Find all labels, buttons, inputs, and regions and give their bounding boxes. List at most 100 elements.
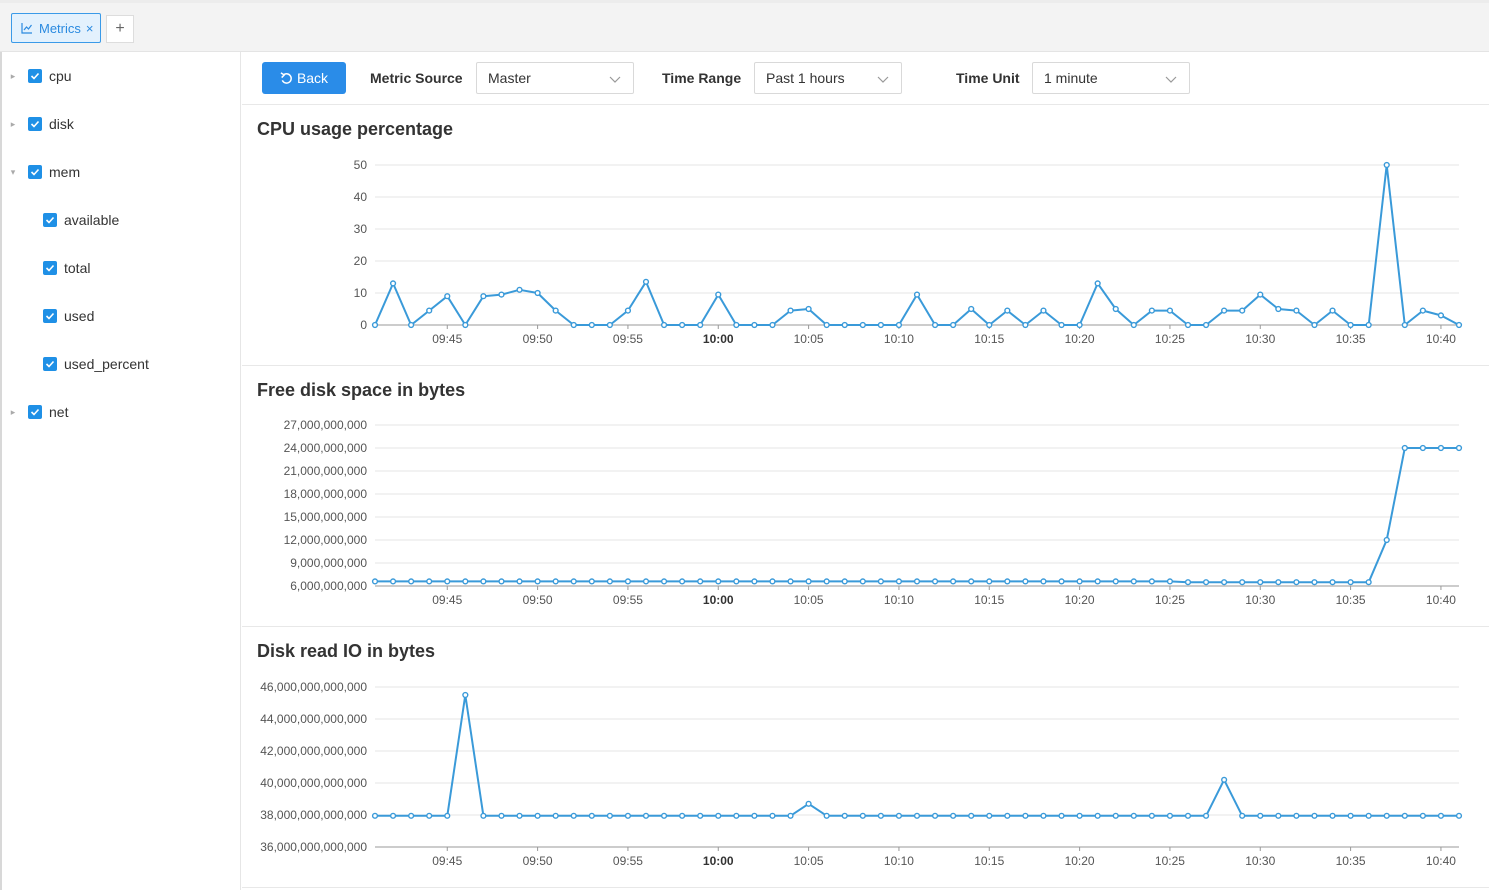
data-point[interactable]: 10:02 6600000000 (751, 578, 758, 585)
tree-item-total[interactable]: total (43, 256, 90, 280)
data-point[interactable]: 10:31 5 (1275, 305, 1282, 313)
data-point[interactable]: 10:34 4.5 (1329, 307, 1336, 314)
data-point[interactable]: 10:25 4.5 (1166, 307, 1174, 314)
data-point[interactable]: 09:49 11 (516, 286, 523, 293)
data-point[interactable]: 10:25 6600000000 (1166, 578, 1174, 585)
data-point[interactable]: 10:24 37950000000000 (1148, 812, 1155, 819)
data-point[interactable]: 10:37 50 (1383, 161, 1390, 169)
data-point[interactable]: 10:29 37950000000000 (1239, 812, 1246, 819)
data-point[interactable]: 09:47 9 (480, 293, 487, 300)
data-point[interactable]: 10:18 4.5 (1040, 307, 1047, 314)
caret-down-icon[interactable]: ▾ (7, 166, 19, 178)
data-point[interactable]: 10:20 37950000000000 (1076, 812, 1083, 819)
data-point[interactable]: 10:31 37950000000000 (1275, 812, 1282, 819)
data-point[interactable]: 10:03 6600000000 (769, 578, 776, 585)
data-point[interactable]: 09:43 6600000000 (408, 578, 415, 585)
data-point[interactable]: 09:56 37950000000000 (642, 812, 650, 819)
data-point[interactable]: 10:06 37950000000000 (823, 812, 830, 819)
data-point[interactable]: 09:42 37950000000000 (389, 812, 397, 819)
caret-right-icon[interactable]: ▸ (7, 118, 19, 130)
data-point[interactable]: 10:22 37950000000000 (1112, 812, 1119, 819)
time-unit-select[interactable]: 1 minute (1032, 62, 1190, 94)
data-point[interactable]: 09:41 6600000000 (371, 578, 379, 585)
data-point[interactable]: 09:54 6600000000 (606, 578, 613, 585)
data-point[interactable]: 10:32 37950000000000 (1293, 812, 1300, 819)
data-point[interactable]: 09:53 6600000000 (588, 578, 595, 585)
data-point[interactable]: 09:56 13.5 (642, 278, 650, 285)
data-point[interactable]: 10:04 6600000000 (787, 578, 794, 585)
data-point[interactable]: 09:47 6600000000 (480, 578, 487, 585)
data-point[interactable]: 09:54 0 (606, 321, 613, 329)
data-point[interactable]: 09:46 45500000000000 (462, 691, 469, 699)
data-point[interactable]: 09:44 4.5 (426, 307, 433, 314)
data-point[interactable]: 10:00 6600000000 (715, 578, 722, 585)
data-point[interactable]: 10:16 37950000000000 (1004, 812, 1011, 819)
data-point[interactable]: 10:10 0 (895, 321, 903, 329)
data-point[interactable]: 09:55 4.5 (624, 307, 632, 314)
data-point[interactable]: 10:07 37950000000000 (841, 812, 848, 819)
data-point[interactable]: 10:32 6500000000 (1293, 579, 1300, 586)
data-point[interactable]: 10:04 37950000000000 (787, 812, 794, 819)
data-point[interactable]: 10:18 37950000000000 (1040, 812, 1047, 819)
data-point[interactable]: 10:37 37950000000000 (1383, 812, 1390, 819)
data-point[interactable]: 10:18 6600000000 (1040, 578, 1047, 585)
caret-right-icon[interactable]: ▸ (7, 406, 19, 418)
data-point[interactable]: 10:14 37950000000000 (968, 812, 975, 819)
data-point[interactable]: 10:39 37950000000000 (1419, 812, 1426, 819)
data-point[interactable]: 09:42 13 (389, 280, 397, 287)
data-point[interactable]: 10:36 6500000000 (1365, 579, 1372, 586)
add-tab-button[interactable]: + (106, 15, 134, 43)
data-point[interactable]: 10:12 37950000000000 (931, 812, 939, 819)
data-point[interactable]: 09:59 37950000000000 (697, 812, 704, 819)
data-point[interactable]: 10:14 5 (968, 305, 975, 313)
metric-source-select[interactable]: Master (476, 62, 634, 94)
data-point[interactable]: 10:24 6600000000 (1148, 578, 1155, 585)
data-point[interactable]: 10:33 6500000000 (1311, 579, 1318, 586)
data-point[interactable]: 10:12 6600000000 (931, 578, 939, 585)
data-point[interactable]: 10:32 4.5 (1293, 307, 1300, 314)
data-point[interactable]: 09:59 0 (697, 321, 704, 329)
data-point[interactable]: 10:19 6600000000 (1058, 578, 1065, 585)
data-point[interactable]: 10:30 6500000000 (1257, 579, 1264, 586)
data-point[interactable]: 10:05 38700000000000 (805, 800, 812, 807)
data-point[interactable]: 10:24 4.5 (1148, 307, 1155, 314)
data-point[interactable]: 10:11 6600000000 (913, 578, 921, 585)
data-point[interactable]: 10:31 6500000000 (1275, 579, 1282, 586)
data-point[interactable]: 09:57 0 (660, 321, 668, 329)
data-point[interactable]: 10:36 37950000000000 (1365, 812, 1372, 819)
checkbox[interactable] (43, 309, 57, 323)
data-point[interactable]: 09:57 6600000000 (660, 578, 668, 585)
data-point[interactable]: 10:20 0 (1076, 321, 1083, 329)
data-point[interactable]: 10:40 24000000000 (1437, 444, 1445, 452)
checkbox[interactable] (28, 117, 42, 131)
data-point[interactable]: 10:04 4.5 (787, 307, 794, 314)
data-point[interactable]: 10:19 0 (1058, 321, 1065, 329)
data-point[interactable]: 09:53 0 (588, 321, 595, 329)
data-point[interactable]: 10:09 6600000000 (877, 578, 884, 585)
data-point[interactable]: 09:52 0 (570, 321, 577, 329)
data-point[interactable]: 10:27 37950000000000 (1202, 812, 1210, 819)
data-point[interactable]: 10:08 6600000000 (859, 578, 866, 585)
data-point[interactable]: 10:08 0 (859, 321, 866, 329)
data-point[interactable]: 10:30 37950000000000 (1257, 812, 1264, 819)
data-point[interactable]: 10:10 6600000000 (895, 578, 903, 585)
data-point[interactable]: 09:50 6600000000 (534, 578, 541, 585)
checkbox[interactable] (43, 357, 57, 371)
data-point[interactable]: 09:57 37950000000000 (660, 812, 668, 819)
data-point[interactable]: 10:16 6600000000 (1004, 578, 1011, 585)
data-point[interactable]: 10:26 0 (1184, 321, 1192, 329)
data-point[interactable]: 09:43 0 (408, 321, 415, 329)
data-point[interactable]: 10:40 37950000000000 (1437, 812, 1445, 819)
data-point[interactable]: 10:05 5 (805, 305, 812, 313)
data-point[interactable]: 09:47 37950000000000 (480, 812, 487, 819)
data-point[interactable]: 10:36 0 (1365, 321, 1372, 329)
tree-item-net[interactable]: ▸ net (7, 400, 69, 424)
data-point[interactable]: 10:05 6600000000 (805, 578, 812, 585)
data-point[interactable]: 09:54 37950000000000 (606, 812, 613, 819)
data-point[interactable]: 09:58 37950000000000 (679, 812, 686, 819)
data-point[interactable]: 09:46 6600000000 (462, 578, 469, 585)
data-point[interactable]: 09:45 9 (444, 293, 451, 300)
data-point[interactable]: 10:10 37950000000000 (895, 812, 903, 819)
tree-item-used-percent[interactable]: used_percent (43, 352, 149, 376)
data-point[interactable]: 09:51 37950000000000 (552, 812, 559, 819)
